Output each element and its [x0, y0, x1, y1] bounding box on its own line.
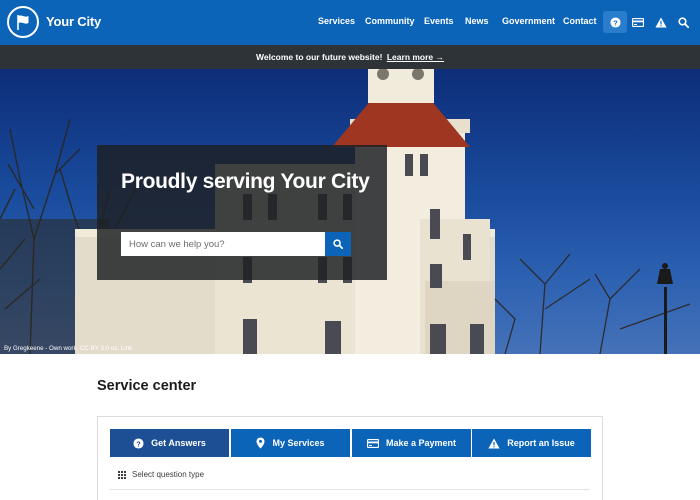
main-nav: Services Community Events News Governmen… [0, 0, 700, 45]
nav-item-news[interactable]: News [465, 16, 489, 26]
tab-my-services[interactable]: My Services [231, 429, 350, 457]
nav-item-community[interactable]: Community [365, 16, 415, 26]
nav-item-contact[interactable]: Contact [563, 16, 597, 26]
help-button[interactable]: ? [603, 11, 627, 33]
nav-item-events[interactable]: Events [424, 16, 454, 26]
photo-credit[interactable]: By Gregkeene - Own work, CC BY 3.0 us, L… [4, 345, 132, 352]
tab-get-answers[interactable]: ? Get Answers [110, 429, 229, 457]
divider [110, 489, 590, 490]
hero-card: Proudly serving Your City [97, 145, 387, 280]
search-input[interactable] [121, 232, 325, 256]
select-label: Select question type [132, 470, 205, 479]
hero-title: Proudly serving Your City [121, 170, 370, 193]
location-pin-icon [256, 437, 265, 449]
payment-button[interactable] [626, 11, 650, 33]
tab-report-issue[interactable]: Report an Issue [472, 429, 591, 457]
search-button[interactable] [671, 11, 695, 33]
banner-text: Welcome to our future website! [255, 52, 383, 62]
payment-card-icon [366, 438, 379, 448]
search-submit-button[interactable] [325, 232, 351, 256]
question-icon: ? [133, 437, 144, 449]
tab-label: My Services [272, 438, 325, 448]
grid-icon [118, 470, 126, 479]
hero: Proudly serving Your City By Gregkeene -… [0, 69, 700, 354]
announcement-banner: Welcome to our future website! Learn mor… [0, 45, 700, 69]
search-icon [677, 16, 689, 28]
alert-icon [655, 17, 667, 27]
nav-item-government[interactable]: Government [502, 16, 555, 26]
question-type-select[interactable]: Select question type [118, 470, 204, 479]
section-title: Service center [97, 378, 197, 394]
svg-text:?: ? [136, 439, 141, 448]
warning-icon [488, 438, 500, 448]
tab-label: Make a Payment [385, 438, 457, 448]
learn-more-link[interactable]: Learn more → [387, 52, 444, 62]
tab-label: Get Answers [151, 438, 206, 448]
nav-item-services[interactable]: Services [318, 16, 355, 26]
svg-text:?: ? [613, 18, 618, 27]
site-header: Your City Services Community Events News… [0, 0, 700, 45]
alerts-button[interactable] [649, 11, 673, 33]
payment-card-icon [632, 17, 644, 27]
help-icon: ? [609, 16, 621, 28]
tab-make-payment[interactable]: Make a Payment [352, 429, 471, 457]
search-icon [333, 239, 343, 249]
tab-label: Report an Issue [507, 438, 575, 448]
